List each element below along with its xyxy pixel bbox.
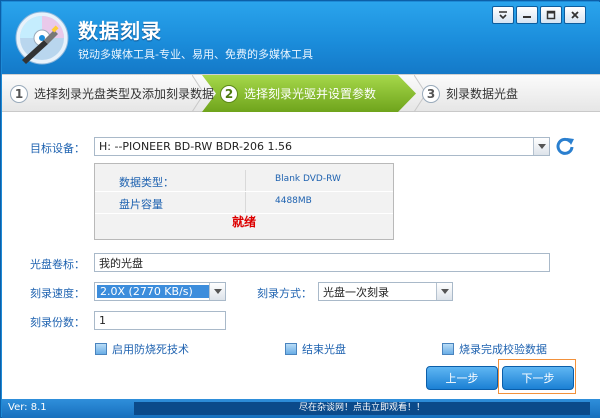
info-divider: [245, 170, 246, 191]
checkbox-box[interactable]: [285, 343, 297, 355]
title-bar[interactable]: 数据刻录 锐动多媒体工具-专业、易用、免费的多媒体工具: [2, 2, 600, 74]
verify-data-checkbox[interactable]: 烧录完成校验数据: [442, 341, 547, 357]
chevron-down-icon: [213, 289, 222, 294]
checkbox-box[interactable]: [442, 343, 454, 355]
target-device-label: 目标设备：: [30, 142, 85, 155]
step-2-label: 选择刻录光驱并设置参数: [244, 87, 377, 101]
finalize-disc-checkbox[interactable]: 结束光盘: [285, 341, 346, 357]
step-1: 1 选择刻录光盘类型及添加刻录数据: [10, 75, 214, 112]
speed-value: 2.0X (2770 KB/s): [97, 285, 209, 298]
step-2-number: 2: [220, 84, 238, 103]
speed-label: 刻录速度：: [30, 287, 85, 300]
speed-dropdown-button[interactable]: [209, 283, 225, 300]
disc-type-row: 数据类型： Blank DVD-RW: [95, 170, 393, 192]
copies-value: 1: [99, 314, 106, 327]
verify-data-label: 烧录完成校验数据: [459, 343, 547, 356]
ad-banner-link[interactable]: 尽在杂谈网！点击立即观看！！: [134, 402, 590, 415]
next-step-button[interactable]: 下一步: [502, 366, 574, 390]
copies-label: 刻录份数：: [30, 316, 85, 329]
mode-label: 刻录方式：: [257, 287, 312, 300]
refresh-icon[interactable]: [555, 136, 575, 156]
settings-panel: 目标设备： H: --PIONEER BD-RW BDR-206 1.56 数据…: [2, 112, 600, 399]
app-window: 数据刻录 锐动多媒体工具-专业、易用、免费的多媒体工具 1 选择刻录光盘类型及添…: [0, 0, 600, 418]
disc-capacity-row: 盘片容量 4488MB: [95, 192, 393, 214]
target-device-select[interactable]: H: --PIONEER BD-RW BDR-206 1.56: [94, 137, 550, 156]
version-text: Ver: 8.1: [8, 402, 47, 413]
close-icon: [571, 11, 579, 19]
drive-status: 就绪: [231, 215, 256, 229]
maximize-icon: [546, 10, 556, 20]
mode-dropdown-button[interactable]: [436, 283, 452, 300]
info-divider: [245, 192, 246, 213]
app-title: 数据刻录: [78, 19, 162, 43]
menu-icon: [499, 11, 507, 20]
step-1-label: 选择刻录光盘类型及添加刻录数据: [34, 87, 215, 101]
window-controls: [490, 6, 586, 24]
step-3: 3 刻录数据光盘: [422, 75, 518, 112]
step-3-number: 3: [422, 84, 440, 103]
mode-select[interactable]: 光盘一次刻录: [318, 282, 453, 301]
minimize-icon: [523, 16, 531, 18]
finalize-disc-label: 结束光盘: [302, 343, 346, 356]
disc-capacity-value: 4488MB: [275, 196, 312, 206]
anti-burnout-label: 启用防烧死技术: [112, 343, 189, 356]
step-3-label: 刻录数据光盘: [446, 87, 519, 101]
volume-value: 我的光盘: [99, 256, 143, 270]
target-device-value: H: --PIONEER BD-RW BDR-206 1.56: [99, 140, 292, 153]
target-device-dropdown-button[interactable]: [533, 138, 549, 155]
minimize-button[interactable]: [516, 6, 538, 24]
disc-type-label: 数据类型：: [119, 176, 174, 189]
disc-type-value: Blank DVD-RW: [275, 174, 341, 184]
close-button[interactable]: [564, 6, 586, 24]
app-subtitle: 锐动多媒体工具-专业、易用、免费的多媒体工具: [78, 48, 313, 61]
disc-burn-logo-icon: [15, 11, 69, 65]
chevron-down-icon: [537, 144, 546, 149]
previous-step-button[interactable]: 上一步: [426, 366, 498, 390]
status-bar: Ver: 8.1 尽在杂谈网！点击立即观看！！: [2, 399, 600, 418]
checkbox-box[interactable]: [95, 343, 107, 355]
maximize-button[interactable]: [540, 6, 562, 24]
step-1-number: 1: [10, 84, 28, 103]
mode-value: 光盘一次刻录: [323, 285, 389, 299]
speed-select[interactable]: 2.0X (2770 KB/s): [94, 282, 226, 301]
volume-input[interactable]: 我的光盘: [94, 253, 550, 272]
step-2: 2 选择刻录光驱并设置参数: [220, 75, 376, 112]
wizard-steps: 1 选择刻录光盘类型及添加刻录数据 2 选择刻录光驱并设置参数 3 刻录数据光盘: [2, 74, 600, 112]
menu-button[interactable]: [492, 6, 514, 24]
disc-info-panel: 数据类型： Blank DVD-RW 盘片容量 4488MB 就绪: [94, 163, 394, 240]
volume-label: 光盘卷标：: [30, 258, 85, 271]
copies-input[interactable]: 1: [94, 311, 226, 330]
chevron-down-icon: [440, 289, 449, 294]
disc-capacity-label: 盘片容量: [119, 198, 163, 211]
anti-burnout-checkbox[interactable]: 启用防烧死技术: [95, 341, 189, 357]
